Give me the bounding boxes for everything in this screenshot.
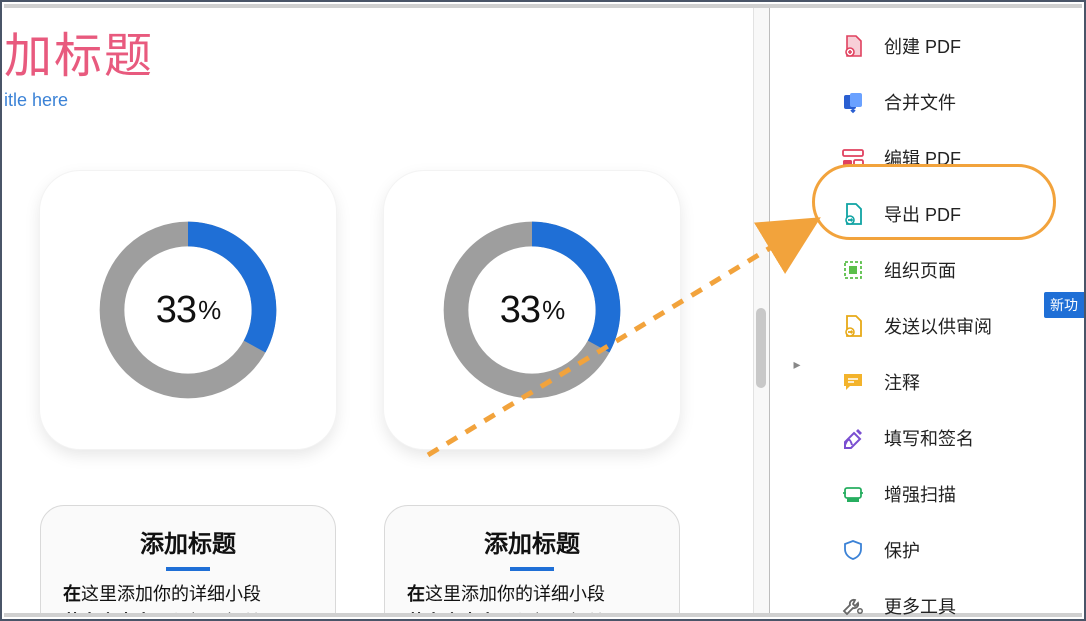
tool-fill-sign[interactable]: 填写和签名 — [806, 410, 1082, 466]
donut-chart: 33% — [437, 215, 627, 405]
donut-unit: % — [542, 295, 564, 326]
donut-card: 33% — [384, 171, 680, 449]
text-card: 添加标题 在这里添加你的详细小段 落文本内容，与标题相关 并符合整体语言风格，保 — [384, 505, 680, 613]
tool-label: 发送以供审阅 — [884, 313, 992, 339]
tool-more[interactable]: 更多工具 — [806, 578, 1082, 621]
vertical-scrollbar[interactable] — [753, 8, 769, 613]
scrollbar-thumb[interactable] — [756, 308, 766, 388]
page-subtitle: itle here — [2, 90, 770, 111]
tool-label: 创建 PDF — [884, 33, 961, 59]
tool-edit-pdf[interactable]: 编辑 PDF — [806, 130, 1082, 186]
app-window: 加标题 itle here 33% — [0, 0, 1086, 621]
chevron-right-icon: ▸ — [793, 356, 800, 373]
tool-comment[interactable]: 注释 — [806, 354, 1082, 410]
organize-pages-icon — [840, 257, 866, 283]
send-review-icon — [840, 313, 866, 339]
text-card-body: 在这里添加你的详细小段 落文本内容，与标题相关 并符合整体语言风格，保 — [63, 581, 313, 613]
tool-label: 导出 PDF — [884, 201, 961, 227]
donut-cards-row: 33% 33% — [2, 171, 770, 449]
donut-card: 33% — [40, 171, 336, 449]
donut-value: 33 — [156, 289, 196, 332]
tool-protect[interactable]: 保护 — [806, 522, 1082, 578]
tool-enhance-scan[interactable]: 增强扫描 — [806, 466, 1082, 522]
text-card-title: 添加标题 — [407, 524, 657, 559]
export-pdf-icon — [840, 201, 866, 227]
document-page: 加标题 itle here 33% — [2, 8, 770, 613]
shield-icon — [840, 537, 866, 563]
title-underline — [510, 567, 554, 571]
text-cards-row: 添加标题 在这里添加你的详细小段 落文本内容，与标题相关 并符合整体语言风格，保… — [2, 505, 770, 613]
tool-merge-files[interactable]: 合并文件 — [806, 74, 1082, 130]
enhance-scan-icon — [840, 481, 866, 507]
edit-pdf-icon — [840, 145, 866, 171]
tool-send-review[interactable]: 发送以供审阅 — [806, 298, 1082, 354]
wrench-icon — [840, 593, 866, 619]
tool-label: 填写和签名 — [884, 425, 974, 451]
page-title: 加标题 — [2, 8, 770, 90]
tools-panel: 创建 PDF 合并文件 编辑 PDF 导出 PDF 组织页面 — [806, 8, 1082, 613]
text-card: 添加标题 在这里添加你的详细小段 落文本内容，与标题相关 并符合整体语言风格，保 — [40, 505, 336, 613]
comment-icon — [840, 369, 866, 395]
donut-chart: 33% — [93, 215, 283, 405]
tool-label: 注释 — [884, 369, 920, 395]
donut-value: 33 — [500, 289, 540, 332]
document-viewport[interactable]: 加标题 itle here 33% — [2, 8, 770, 613]
tool-label: 增强扫描 — [884, 481, 956, 507]
tool-label: 编辑 PDF — [884, 145, 961, 171]
merge-files-icon — [840, 89, 866, 115]
panel-collapse-handle[interactable]: ▸ — [791, 352, 803, 376]
text-card-body: 在这里添加你的详细小段 落文本内容，与标题相关 并符合整体语言风格，保 — [407, 581, 657, 613]
title-underline — [166, 567, 210, 571]
tool-label: 组织页面 — [884, 257, 956, 283]
fill-sign-icon — [840, 425, 866, 451]
tool-label: 更多工具 — [884, 593, 956, 619]
tool-label: 保护 — [884, 537, 920, 563]
text-card-title: 添加标题 — [63, 524, 313, 559]
donut-unit: % — [198, 295, 220, 326]
new-feature-badge[interactable]: 新功 — [1044, 292, 1084, 318]
tool-label: 合并文件 — [884, 89, 956, 115]
create-pdf-icon — [840, 33, 866, 59]
tool-export-pdf[interactable]: 导出 PDF — [806, 186, 1082, 242]
tool-organize-pages[interactable]: 组织页面 — [806, 242, 1082, 298]
tool-create-pdf[interactable]: 创建 PDF — [806, 18, 1082, 74]
